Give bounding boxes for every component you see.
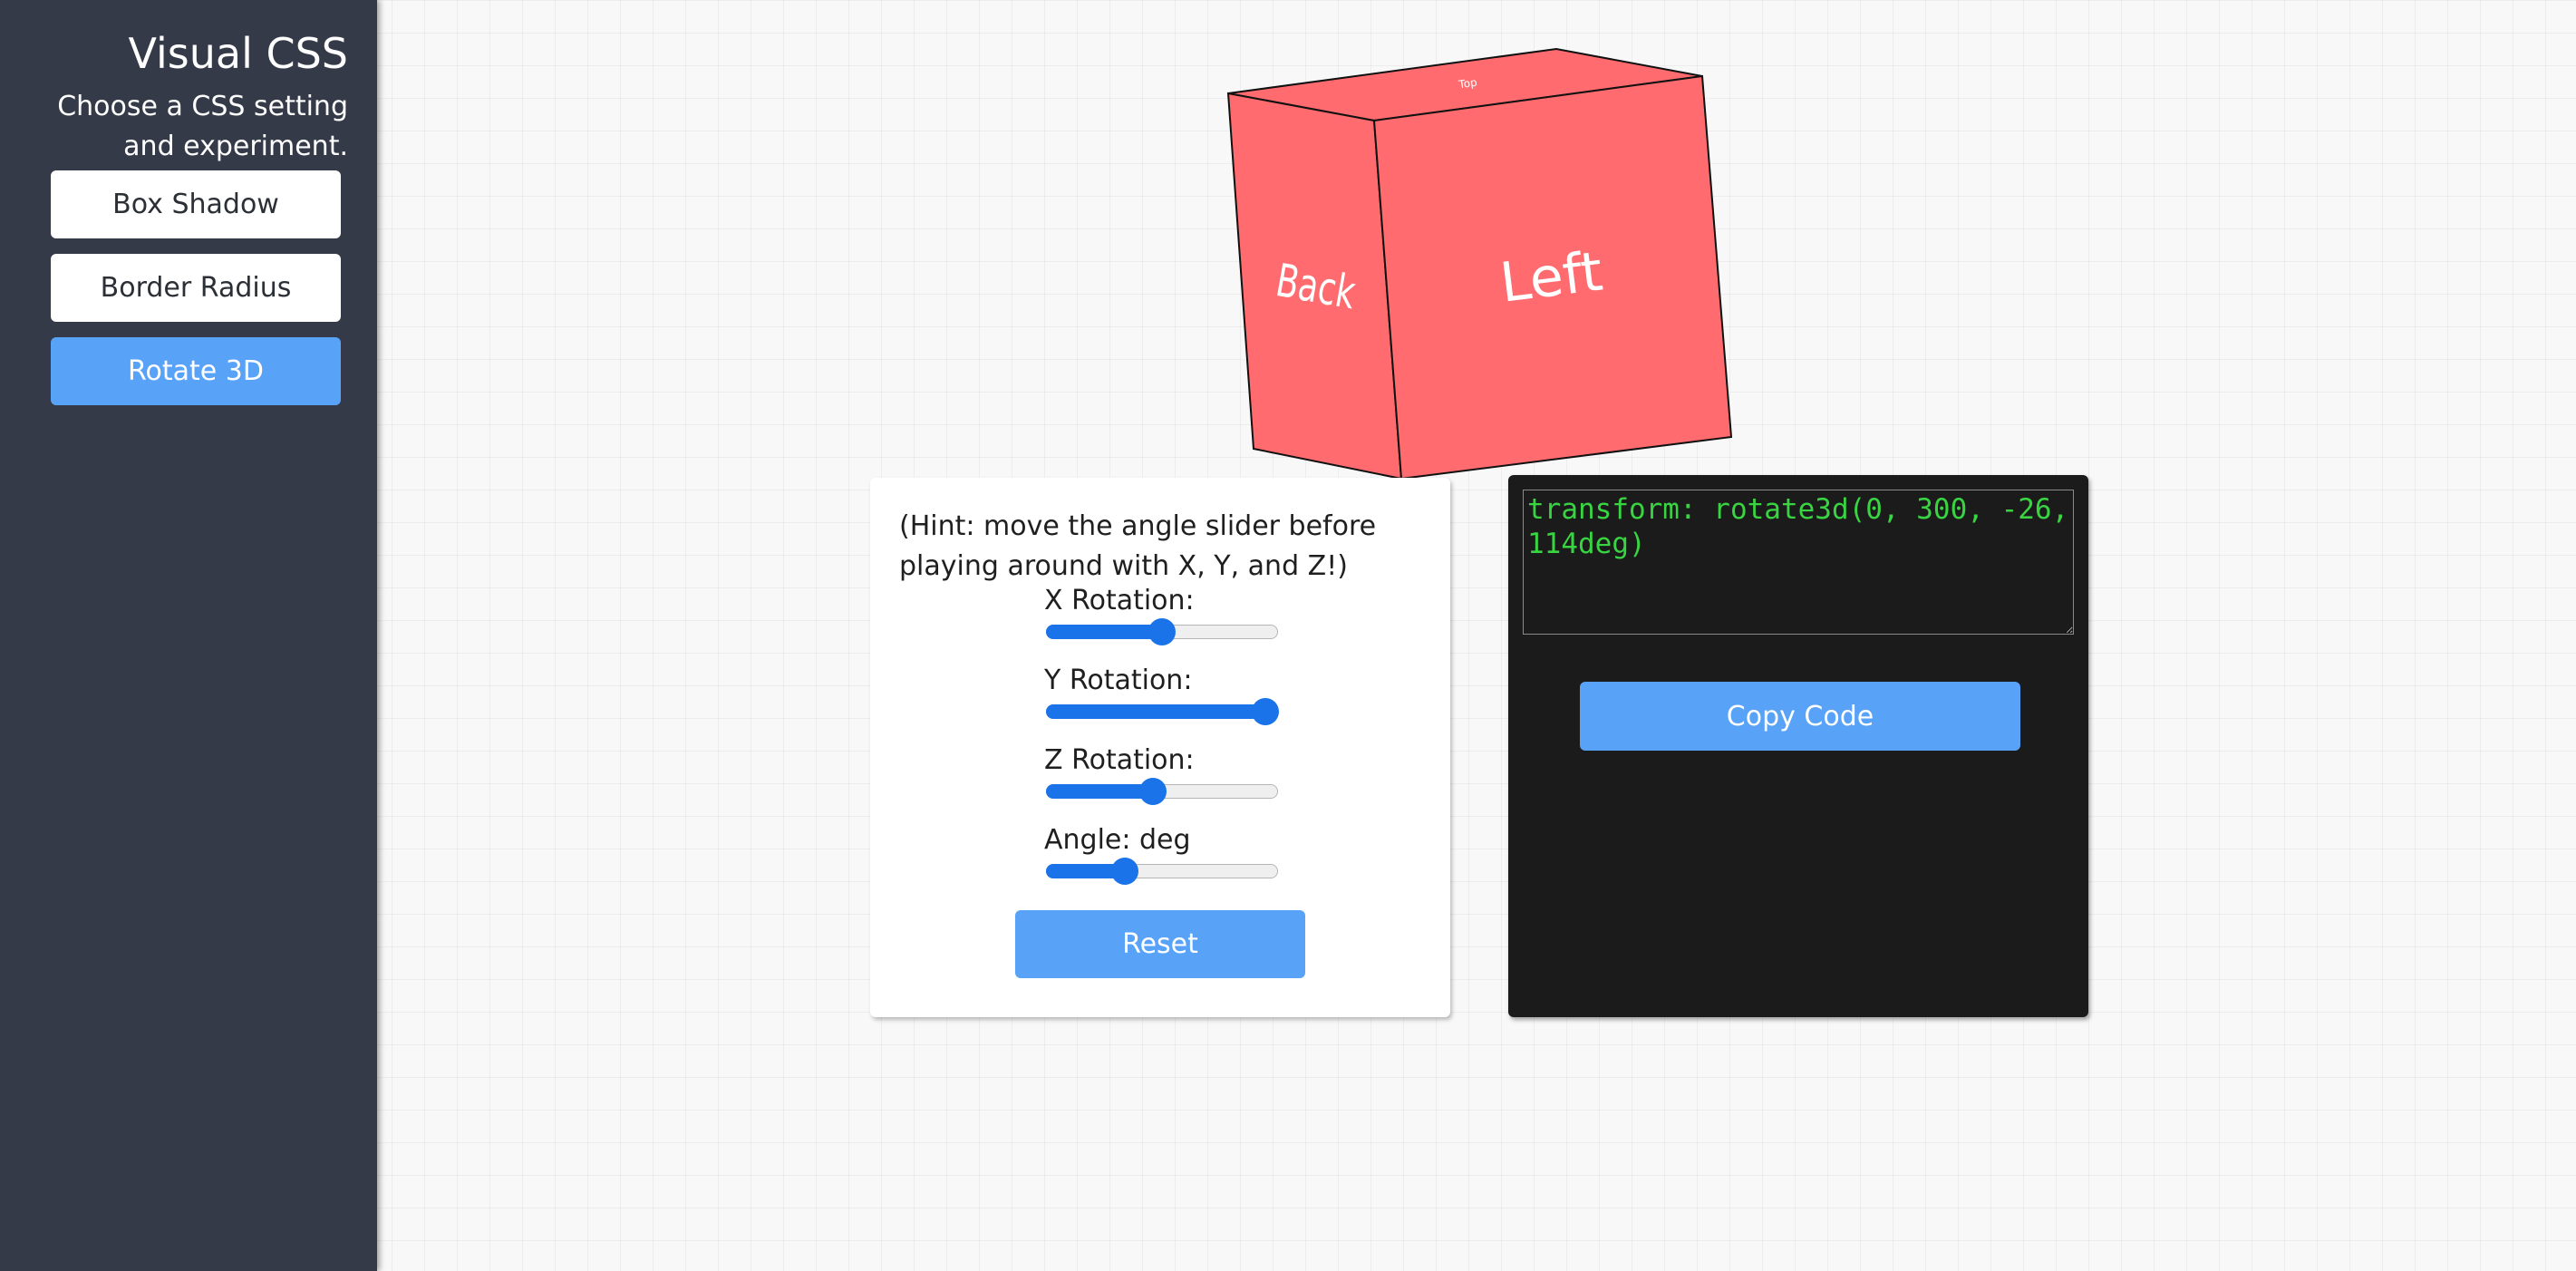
angle-label: Angle: deg: [1044, 824, 1191, 856]
x-rotation-control: X Rotation:: [1044, 585, 1280, 645]
x-rotation-slider-fill: [1046, 625, 1161, 639]
angle-slider-thumb[interactable]: [1111, 858, 1139, 885]
y-rotation-slider-fill: [1046, 704, 1265, 719]
z-rotation-label: Z Rotation:: [1044, 744, 1195, 776]
controls-panel: (Hint: move the angle slider before play…: [870, 478, 1450, 1017]
cube-top-label: Top: [1457, 76, 1477, 92]
code-panel: transform: rotate3d(0, 300, -26, 114deg)…: [1508, 475, 2088, 1017]
hint-text: (Hint: move the angle slider before play…: [899, 510, 1377, 582]
y-rotation-label: Y Rotation:: [1044, 665, 1193, 696]
y-rotation-control: Y Rotation:: [1044, 665, 1280, 725]
y-rotation-slider-thumb[interactable]: [1252, 698, 1280, 725]
cube-left-label: Left: [1496, 240, 1606, 315]
z-rotation-slider-fill: [1046, 784, 1152, 799]
reset-button[interactable]: Reset: [1015, 910, 1305, 978]
z-rotation-control: Z Rotation:: [1044, 744, 1280, 805]
x-rotation-label: X Rotation:: [1044, 585, 1195, 616]
copy-code-button[interactable]: Copy Code: [1580, 682, 2020, 751]
angle-slider[interactable]: [1046, 858, 1278, 885]
x-rotation-slider[interactable]: [1046, 618, 1278, 645]
z-rotation-slider[interactable]: [1046, 778, 1278, 805]
x-rotation-slider-thumb[interactable]: [1148, 618, 1176, 645]
css-code-textarea[interactable]: transform: rotate3d(0, 300, -26, 114deg): [1523, 490, 2074, 635]
z-rotation-slider-thumb[interactable]: [1138, 778, 1167, 805]
angle-control: Angle: deg: [1044, 824, 1280, 885]
y-rotation-slider[interactable]: [1046, 698, 1280, 725]
